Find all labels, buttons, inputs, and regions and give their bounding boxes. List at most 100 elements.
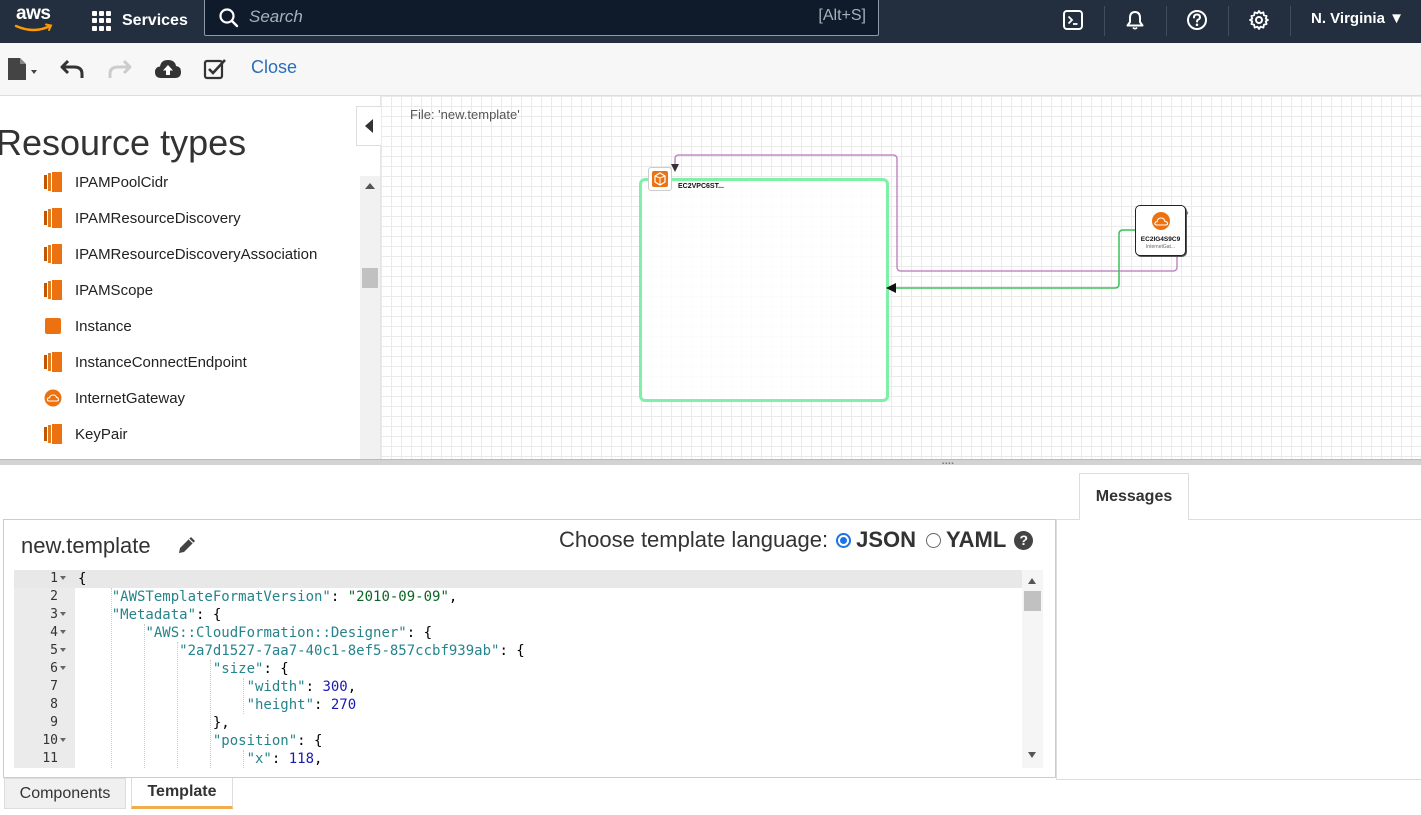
settings-button[interactable] [1246,7,1272,33]
instance-square-icon [45,318,61,334]
code-line[interactable]: 8 "height": 270 [14,696,1022,714]
code-line[interactable]: 2 "AWSTemplateFormatVersion": "2010-09-0… [14,588,1022,606]
fold-toggle-icon[interactable] [60,666,66,670]
tab-template[interactable]: Template [131,778,233,809]
gear-icon [1249,10,1269,30]
resource-item-ipampoolcidr[interactable]: IPAMPoolCidr [44,170,168,194]
cloudshell-button[interactable] [1060,7,1086,33]
ec2-stack-icon [44,352,62,372]
line-number: 10 [42,733,58,748]
file-menu-button[interactable] [5,55,41,83]
undo-button[interactable] [58,55,86,83]
igw-type-label: InternetGat... [1145,244,1176,250]
yaml-label[interactable]: YAML [946,527,1006,553]
ec2-stack-icon [44,244,62,264]
search-shortcut-hint: [Alt+S] [818,7,866,24]
ec2-stack-icon [44,280,62,300]
question-circle-icon[interactable]: ? [1014,530,1034,550]
search-input[interactable] [249,4,749,30]
line-number: 5 [50,643,58,658]
tab-messages[interactable]: Messages [1079,473,1189,520]
resource-item-instance[interactable]: Instance [44,314,132,338]
redo-icon [108,59,132,78]
file-icon [8,58,37,80]
collapse-panel-button[interactable] [356,106,381,146]
json-label[interactable]: JSON [856,527,916,553]
search-icon [219,8,239,28]
validate-template-button[interactable] [202,55,228,83]
code-text: "width": 300, [246,679,357,695]
vpc-resource-icon[interactable] [648,167,672,191]
services-menu-button[interactable]: Services [92,6,188,36]
resource-item-ipamresourcediscovery[interactable]: IPAMResourceDiscovery [44,206,241,230]
code-text: "AWSTemplateFormatVersion": "2010-09-09"… [111,589,458,605]
resource-item-ipamresourcediscoveryassociation[interactable]: IPAMResourceDiscoveryAssociation [44,242,317,266]
designer-canvas[interactable]: File: 'new.template' EC2VPC6ST... EC2IG4… [380,96,1421,459]
code-line[interactable]: 7 "width": 300, [14,678,1022,696]
search-box[interactable]: [Alt+S] [204,0,879,36]
template-language-chooser: Choose template language: JSON YAML ? [559,527,1034,553]
code-line[interactable]: 3 "Metadata": { [14,606,1022,624]
vpc-reference-link[interactable] [894,229,1135,289]
messages-panel [1056,519,1421,780]
region-selector[interactable]: N. Virginia ▼ [1311,10,1404,27]
resource-item-keypair[interactable]: KeyPair [44,422,128,446]
rename-template-button[interactable] [176,534,198,561]
indent-guide [144,624,145,768]
create-stack-button[interactable] [154,55,182,83]
nav-divider [1104,6,1105,36]
aws-logo-text: aws [16,3,51,24]
code-line[interactable]: 10 "position": { [14,732,1022,750]
fold-toggle-icon[interactable] [60,612,66,616]
code-text: "Metadata": { [111,607,222,623]
json-radio[interactable] [836,532,852,548]
cloud-circle-icon [44,389,62,407]
close-link[interactable]: Close [251,57,297,78]
code-line[interactable]: 6 "size": { [14,660,1022,678]
resource-list-scrollbar[interactable] [360,176,380,459]
top-navigation-bar: aws Services [Alt+S] [0,0,1421,43]
internet-gateway-node[interactable]: EC2IG4S9C9 InternetGat... [1135,205,1186,256]
scroll-up-arrow-icon[interactable] [365,183,375,189]
scroll-down-arrow-icon[interactable] [1028,752,1036,758]
code-line[interactable]: 11 "x": 118, [14,750,1022,768]
resource-item-internetgateway[interactable]: InternetGateway [44,386,185,410]
horizontal-splitter[interactable]: ▪▪▪▪ [0,459,1421,467]
nav-divider [1166,6,1167,36]
resource-item-ipamscope[interactable]: IPAMScope [44,278,153,302]
notifications-button[interactable] [1122,7,1148,33]
fold-toggle-icon[interactable] [60,630,66,634]
code-line[interactable]: 5 "2a7d1527-7aa7-40c1-8ef5-857ccbf939ab"… [14,642,1022,660]
indent-guide [243,750,244,768]
scrollbar-thumb[interactable] [362,268,378,288]
code-editor[interactable]: 1{2 "AWSTemplateFormatVersion": "2010-09… [14,570,1043,768]
editor-scrollbar[interactable] [1022,570,1043,768]
help-button[interactable] [1184,7,1210,33]
line-number: 11 [42,751,58,766]
drag-handle-icon[interactable]: ▪▪▪▪ [942,461,955,467]
aws-logo[interactable]: aws [14,3,58,37]
code-line[interactable]: 9 }, [14,714,1022,732]
code-line[interactable]: 1{ [14,570,1022,588]
indent-guide [111,588,112,768]
fold-toggle-icon[interactable] [60,648,66,652]
fold-toggle-icon[interactable] [60,576,66,580]
resource-types-title: Resource types [0,122,247,163]
scroll-up-arrow-icon[interactable] [1028,578,1036,584]
line-number: 9 [50,715,58,730]
connector-arrow-icon [671,164,679,172]
yaml-radio[interactable] [926,532,942,548]
template-panel: new.template Choose template language: J… [3,519,1056,778]
indent-guide [177,642,178,768]
vpc-gateway-attachment-link[interactable] [674,154,1178,272]
vpc-icon [652,171,668,187]
tab-components[interactable]: Components [4,778,126,809]
fold-toggle-icon[interactable] [60,738,66,742]
code-line[interactable]: 4 "AWS::CloudFormation::Designer": { [14,624,1022,642]
aws-smile-icon [14,23,53,32]
line-number: 8 [50,697,58,712]
redo-button[interactable] [106,55,134,83]
scrollbar-thumb[interactable] [1024,591,1041,611]
resource-item-instanceconnectendpoint[interactable]: InstanceConnectEndpoint [44,350,247,374]
vpc-name-label: EC2VPC6ST... [678,183,724,190]
